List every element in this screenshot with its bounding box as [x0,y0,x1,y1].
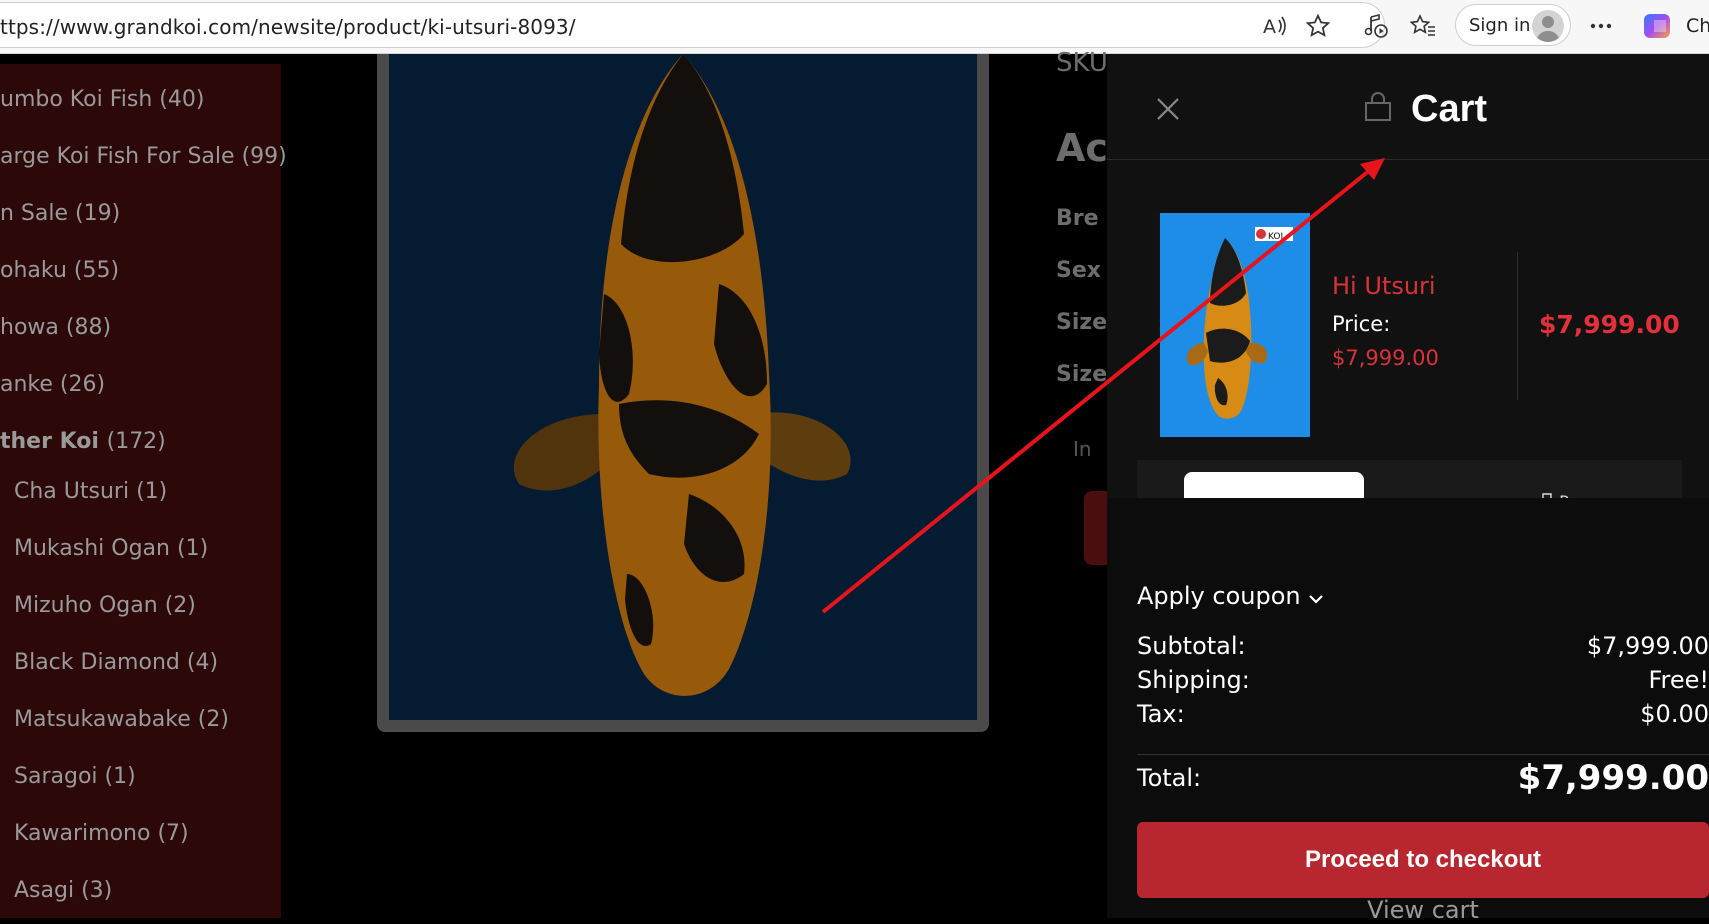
proceed-to-checkout-button[interactable]: Proceed to checkout [1137,822,1709,898]
cart-item-price: $7,999.00 [1332,346,1439,370]
category-item[interactable]: howa (88) [0,315,111,340]
category-label: n Sale [0,201,69,226]
copilot-icon [1642,8,1678,48]
cart-title: Cart [1411,88,1488,130]
shipping-value: Free! [1648,666,1709,694]
category-label: Mizuho Ogan [14,593,158,618]
category-label: howa [0,315,59,340]
size-label: Size [1056,310,1108,335]
category-label: Mukashi Ogan [14,536,170,561]
more-icon[interactable] [1583,8,1619,44]
category-count: (1) [136,479,168,504]
category-label: Asagi [14,878,75,903]
subcategory-item[interactable]: Saragoi (1) [14,764,136,789]
apply-coupon-label: Apply coupon [1137,582,1301,610]
size-label: Size [1056,362,1108,387]
category-label: arge Koi Fish For Sale [0,144,235,169]
product-image[interactable] [389,54,977,720]
cart-drawer: Cart KOI Hi Utsuri Price: $7,999.00 $7,9… [1107,54,1709,924]
product-image-frame [377,54,989,732]
subcategory-item[interactable]: Matsukawabake (2) [14,707,229,732]
subtotal-label: Subtotal: [1137,632,1246,660]
copilot-label: Cha [1686,15,1709,37]
category-label: Kawarimono [14,821,151,846]
category-sidebar: umbo Koi Fish (40) arge Koi Fish For Sal… [0,64,287,918]
shipping-label: Shipping: [1137,666,1250,694]
category-count: (172) [106,429,166,454]
subcategory-item[interactable]: Asagi (3) [14,878,112,903]
sign-in-label: Sign in [1469,15,1531,36]
category-item[interactable]: arge Koi Fish For Sale (99) [0,144,287,169]
cart-item-price-label: Price: [1332,312,1391,336]
copilot-button[interactable]: Cha [1636,6,1709,46]
subtotal-value: $7,999.00 [1586,632,1709,660]
category-count: (19) [75,201,121,226]
sex-label: Sex [1056,258,1101,283]
product-heading: Ac [1056,126,1108,170]
category-count: (7) [157,821,189,846]
cart-item-name[interactable]: Hi Utsuri [1332,272,1436,300]
category-item[interactable]: n Sale (19) [0,201,120,226]
cart-item-line-total: $7,999.00 [1539,310,1680,339]
thumb-logo-text: KOI [1268,232,1283,242]
subcategory-item[interactable]: Cha Utsuri (1) [14,479,167,504]
subcategory-item[interactable]: Kawarimono (7) [14,821,189,846]
category-label: Matsukawabake [14,707,191,732]
divider [1517,252,1518,400]
category-label: umbo Koi Fish [0,87,153,112]
address-bar[interactable]: ttps://www.grandkoi.com/newsite/product/… [0,2,1385,48]
subcategory-item[interactable]: Mukashi Ogan (1) [14,536,208,561]
apply-coupon-toggle[interactable]: Apply coupon [1137,582,1324,610]
category-count: (26) [59,372,106,397]
read-aloud-icon[interactable]: A [1257,8,1293,44]
category-label: Cha Utsuri [14,479,130,504]
category-item-active[interactable]: ther Koi (172) [0,429,166,454]
url-text[interactable]: ttps://www.grandkoi.com/newsite/product/… [0,15,576,39]
total-label: Total: [1137,764,1202,792]
category-count: (40) [159,87,205,112]
category-label: Black Diamond [14,650,180,675]
avatar-icon [1532,10,1564,42]
close-icon[interactable] [1153,94,1183,124]
chevron-down-icon [1309,595,1324,604]
cart-totals: Apply coupon Subtotal: $7,999.00 Shippin… [1107,498,1709,924]
divider [1137,754,1709,755]
stock-label: In [1073,437,1092,461]
subcategory-item[interactable]: Black Diamond (4) [14,650,218,675]
total-value: $7,999.00 [1517,758,1709,798]
category-label: anke [0,372,53,397]
browser-toolbar: ttps://www.grandkoi.com/newsite/product/… [0,0,1709,54]
category-count: (55) [73,258,120,283]
category-item[interactable]: umbo Koi Fish (40) [0,87,204,112]
category-count: (1) [176,536,209,561]
category-item[interactable]: anke (26) [0,372,105,397]
category-count: (99) [241,144,287,169]
divider [1107,159,1709,160]
shopping-bag-icon [1361,90,1395,124]
category-count: (1) [104,764,136,789]
tax-value: $0.00 [1640,700,1709,728]
tax-label: Tax: [1137,700,1185,728]
category-count: (2) [164,593,196,618]
favorites-icon[interactable] [1405,8,1441,44]
category-item[interactable]: ohaku (55) [0,258,119,283]
sku-label: SKU [1056,48,1108,78]
category-label: Saragoi [14,764,98,789]
category-count: (3) [81,878,113,903]
breed-label: Bre [1056,206,1099,231]
favorite-star-icon[interactable] [1300,8,1336,44]
subcategory-item[interactable]: Mizuho Ogan (2) [14,593,196,618]
category-count: (4) [186,650,219,675]
svg-text:A: A [1263,16,1276,38]
category-label: ohaku [0,258,67,283]
category-label: ther Koi [0,429,99,454]
cart-item-thumbnail[interactable]: KOI [1160,213,1310,437]
view-cart-link[interactable]: View cart [1137,896,1709,924]
category-count: (88) [65,315,112,340]
category-count: (2) [197,707,229,732]
media-icon[interactable] [1358,8,1394,44]
sign-in-button[interactable]: Sign in [1455,4,1571,46]
